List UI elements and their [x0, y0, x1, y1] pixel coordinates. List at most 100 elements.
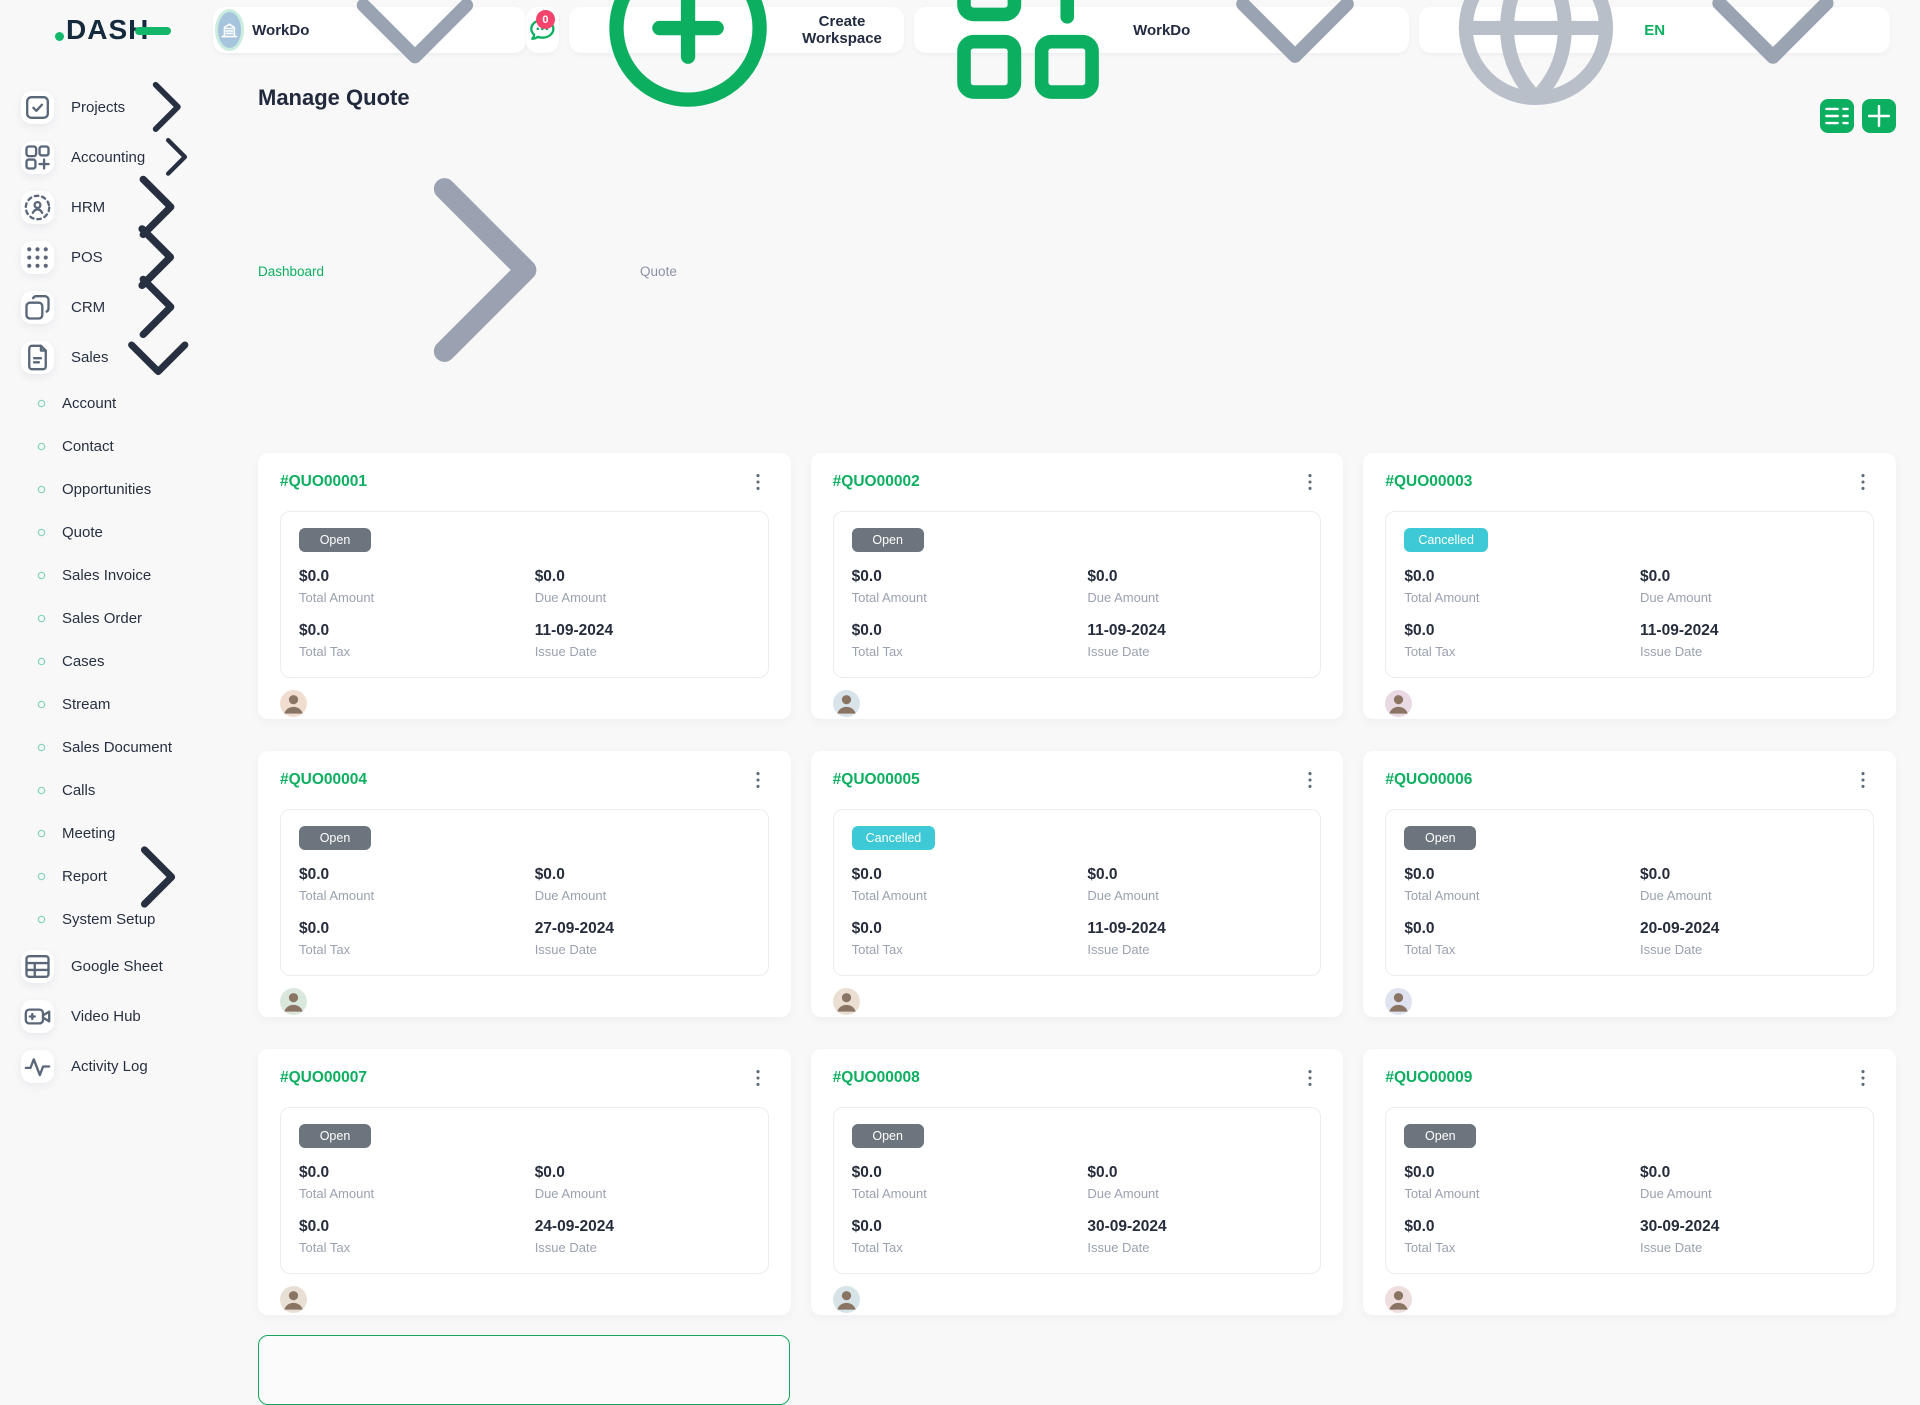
sidebar-item-label: Projects [71, 99, 125, 116]
total-tax-value: $0.0 [852, 622, 1078, 640]
total-amount-label: Total Amount [1404, 1186, 1630, 1201]
sidebar-subitem-sales-invoice[interactable]: Sales Invoice [21, 554, 252, 597]
card-menu-button[interactable] [1299, 769, 1321, 791]
total-tax-value: $0.0 [852, 1218, 1078, 1236]
quote-card: #QUO00008 Open $0.0 Total Amount $0.0 Du… [811, 1049, 1344, 1315]
card-menu-button[interactable] [747, 1067, 769, 1089]
total-tax-value: $0.0 [299, 920, 525, 938]
view-actions [1820, 99, 1896, 133]
assignee-avatar[interactable] [1385, 1286, 1412, 1313]
dots-vertical-icon [1299, 1067, 1321, 1089]
messages-button[interactable]: 0 [526, 7, 559, 53]
workspace-selector[interactable]: WorkDo [213, 7, 526, 53]
quote-number-link[interactable]: #QUO00007 [280, 1069, 367, 1087]
sidebar-subitem-label: Cases [62, 653, 105, 670]
total-amount-label: Total Amount [1404, 590, 1630, 605]
quote-number-link[interactable]: #QUO00001 [280, 473, 367, 491]
sidebar-subitem-cases[interactable]: Cases [21, 640, 252, 683]
person-icon [280, 988, 307, 1015]
card-menu-button[interactable] [747, 769, 769, 791]
total-tax-label: Total Tax [299, 942, 525, 957]
account-menu-button[interactable]: WorkDo [914, 7, 1409, 53]
assignee-avatar[interactable] [1385, 690, 1412, 717]
sidebar-subitem-sales-order[interactable]: Sales Order [21, 597, 252, 640]
sidebar-subitem-contact[interactable]: Contact [21, 425, 252, 468]
card-menu-button[interactable] [1299, 1067, 1321, 1089]
total-tax-value: $0.0 [299, 1218, 525, 1236]
sidebar-subitem-calls[interactable]: Calls [21, 769, 252, 812]
sidebar-item-video-hub[interactable]: Video Hub [21, 991, 252, 1041]
card-menu-button[interactable] [1852, 1067, 1874, 1089]
total-tax-label: Total Tax [299, 1240, 525, 1255]
card-menu-button[interactable] [1852, 471, 1874, 493]
assignee-avatar[interactable] [833, 690, 860, 717]
sidebar-item-label: Activity Log [71, 1058, 148, 1075]
create-workspace-button[interactable]: Create Workspace [569, 7, 904, 53]
due-amount-value: $0.0 [1087, 866, 1302, 884]
app-header: DASH WorkDo 0 Create Workspace WorkDo EN [0, 0, 1920, 60]
assignee-avatar[interactable] [833, 1286, 860, 1313]
issue-date-label: Issue Date [535, 1240, 750, 1255]
person-icon [833, 988, 860, 1015]
sidebar-subitem-report[interactable]: Report [21, 855, 252, 898]
card-menu-button[interactable] [1299, 471, 1321, 493]
add-quote-button[interactable] [1862, 99, 1896, 133]
dots-vertical-icon [1852, 1067, 1874, 1089]
sidebar: ProjectsAccountingHRMPOSCRMSalesAccountC… [0, 60, 252, 1080]
issue-date-label: Issue Date [1640, 1240, 1855, 1255]
quote-card: #QUO00003 Cancelled $0.0 Total Amount $0… [1363, 453, 1896, 719]
status-badge: Open [1404, 1124, 1476, 1148]
quote-number-link[interactable]: #QUO00002 [833, 473, 920, 491]
total-amount-label: Total Amount [852, 1186, 1078, 1201]
card-menu-button[interactable] [1852, 769, 1874, 791]
sidebar-subitem-label: Report [62, 868, 107, 885]
quote-number-link[interactable]: #QUO00006 [1385, 771, 1472, 789]
due-amount-label: Due Amount [1640, 888, 1855, 903]
total-amount-label: Total Amount [852, 590, 1078, 605]
quote-number-link[interactable]: #QUO00004 [280, 771, 367, 789]
status-badge: Cancelled [852, 826, 936, 850]
sidebar-subitem-sales-document[interactable]: Sales Document [21, 726, 252, 769]
create-workspace-label: Create Workspace [798, 13, 886, 47]
sidebar-subitem-label: Sales Order [62, 610, 142, 627]
sidebar-subitem-opportunities[interactable]: Opportunities [21, 468, 252, 511]
quote-number-link[interactable]: #QUO00005 [833, 771, 920, 789]
assignee-avatar[interactable] [280, 690, 307, 717]
quote-number-link[interactable]: #QUO00008 [833, 1069, 920, 1087]
total-amount-value: $0.0 [852, 568, 1078, 586]
sidebar-item-projects[interactable]: Projects [21, 82, 252, 132]
app-logo[interactable]: DASH [55, 14, 171, 46]
language-menu-button[interactable]: EN [1419, 7, 1890, 53]
issue-date-label: Issue Date [535, 644, 750, 659]
breadcrumb-dashboard-link[interactable]: Dashboard [258, 264, 324, 279]
card-menu-button[interactable] [747, 471, 769, 493]
dots-vertical-icon [1852, 471, 1874, 493]
list-view-button[interactable] [1820, 99, 1854, 133]
sidebar-subitem-quote[interactable]: Quote [21, 511, 252, 554]
due-amount-value: $0.0 [535, 568, 750, 586]
sidebar-item-activity-log[interactable]: Activity Log [21, 1041, 252, 1091]
due-amount-value: $0.0 [535, 866, 750, 884]
issue-date-label: Issue Date [1640, 644, 1855, 659]
activity-log-icon [21, 1050, 54, 1083]
quote-card: #QUO00009 Open $0.0 Total Amount $0.0 Du… [1363, 1049, 1896, 1315]
quote-number-link[interactable]: #QUO00003 [1385, 473, 1472, 491]
assignee-avatar[interactable] [1385, 988, 1412, 1015]
issue-date-value: 24-09-2024 [535, 1218, 750, 1236]
sidebar-subitem-stream[interactable]: Stream [21, 683, 252, 726]
assignee-avatar[interactable] [833, 988, 860, 1015]
quote-summary: Open $0.0 Total Amount $0.0 Due Amount $… [833, 1107, 1322, 1274]
total-tax-value: $0.0 [299, 622, 525, 640]
bullet-circle-icon [37, 829, 46, 838]
sidebar-item-sales[interactable]: Sales [21, 332, 252, 382]
assignee-avatar[interactable] [280, 1286, 307, 1313]
quote-summary: Cancelled $0.0 Total Amount $0.0 Due Amo… [1385, 511, 1874, 678]
total-amount-value: $0.0 [1404, 866, 1630, 884]
total-amount-value: $0.0 [852, 1164, 1078, 1182]
sidebar-item-label: Sales [71, 349, 109, 366]
assignee-avatar[interactable] [280, 988, 307, 1015]
status-badge: Open [852, 528, 924, 552]
sidebar-item-google-sheet[interactable]: Google Sheet [21, 941, 252, 991]
quote-number-link[interactable]: #QUO00009 [1385, 1069, 1472, 1087]
sidebar-subitem-label: Opportunities [62, 481, 151, 498]
